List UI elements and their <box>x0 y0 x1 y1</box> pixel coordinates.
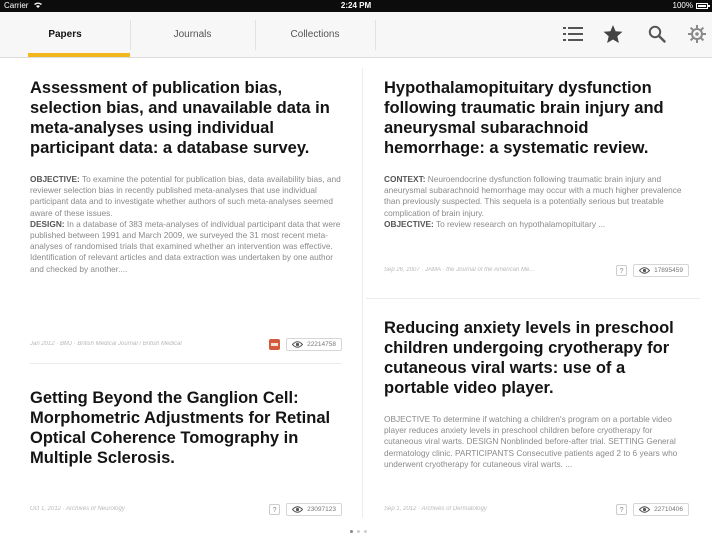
active-tab-indicator <box>28 53 130 57</box>
eye-icon <box>292 340 304 348</box>
paper-title: Assessment of publication bias, selectio… <box>30 79 330 157</box>
views-button[interactable]: 23097123 <box>286 502 342 516</box>
status-bar: Carrier 2:24 PM 100% <box>0 0 712 12</box>
abstract-text: Neuroendocrine dysfunction following tra… <box>384 174 682 218</box>
column-divider <box>362 68 363 518</box>
tab-papers-label: Papers <box>48 29 82 40</box>
unknown-access-badge[interactable]: ? <box>616 264 628 276</box>
abstract-label: DESIGN: <box>30 218 65 229</box>
list-view-button[interactable] <box>558 20 588 50</box>
abstract-label: OBJECTIVE: <box>384 218 434 229</box>
abstract-text: OBJECTIVE To determine if watching a chi… <box>384 414 678 469</box>
pdf-icon[interactable] <box>269 338 281 350</box>
eye-icon <box>639 266 651 274</box>
paper-footer: Jan 2012 · BMJ · British Medical Journal… <box>30 337 342 351</box>
views-button[interactable]: 17895459 <box>633 263 689 277</box>
status-time: 2:24 PM <box>340 1 372 10</box>
paper-title: Hypothalamopituitary dysfunction followi… <box>384 79 664 157</box>
paper-citation: Jan 2012 · BMJ · British Medical Journal… <box>30 341 182 347</box>
battery-percent: 100% <box>672 1 693 10</box>
paper-list: Assessment of publication bias, selectio… <box>0 58 712 535</box>
tab-collections-label: Collections <box>290 29 340 40</box>
paper-footer: Sep 26, 2007 · JAMA · the Journal of the… <box>384 263 689 277</box>
card-separator <box>30 363 342 364</box>
tab-journals-label: Journals <box>173 29 212 40</box>
abstract-text: To review research on hypothalamopituita… <box>433 218 606 229</box>
page-dot <box>364 530 367 533</box>
paper-citation: Sep 1, 2012 · Archives of Dermatology <box>384 506 487 512</box>
favorites-button[interactable] <box>598 20 628 50</box>
search-icon <box>648 25 666 43</box>
paper-card[interactable]: Assessment of publication bias, selectio… <box>30 78 342 354</box>
settings-button[interactable] <box>682 20 712 50</box>
abstract-label: OBJECTIVE: <box>30 174 80 184</box>
page-dot <box>357 530 360 533</box>
paper-citation: Sep 26, 2007 · JAMA · the Journal of the… <box>384 267 535 273</box>
tab-divider <box>375 20 376 50</box>
paper-abstract: OBJECTIVE To determine if watching a chi… <box>384 414 689 470</box>
page-dot <box>350 530 353 533</box>
paper-card[interactable]: Getting Beyond the Ganglion Cell: Morpho… <box>30 388 342 518</box>
views-count: 22214758 <box>307 340 336 348</box>
page-indicator[interactable] <box>350 530 367 533</box>
search-button[interactable] <box>642 20 672 50</box>
views-button[interactable]: 22214758 <box>286 337 342 351</box>
paper-abstract: OBJECTIVE: To examine the potential for … <box>30 174 342 275</box>
card-separator <box>366 298 700 299</box>
views-count: 23097123 <box>307 505 336 513</box>
eye-icon <box>292 505 304 513</box>
views-button[interactable]: 22710406 <box>633 502 689 516</box>
paper-footer: Sep 1, 2012 · Archives of Dermatology ? … <box>384 502 689 516</box>
paper-title: Getting Beyond the Ganglion Cell: Morpho… <box>30 389 331 467</box>
tab-journals[interactable]: Journals <box>130 12 255 57</box>
unknown-access-badge[interactable]: ? <box>616 503 628 515</box>
paper-citation: Oct 1, 2012 · Archives of Neurology <box>30 506 125 512</box>
tab-collections[interactable]: Collections <box>255 12 375 57</box>
views-count: 22710406 <box>654 505 683 513</box>
paper-card[interactable]: Hypothalamopituitary dysfunction followi… <box>384 78 689 278</box>
views-count: 17895459 <box>654 266 683 274</box>
list-icon <box>563 27 583 41</box>
paper-title: Reducing anxiety levels in preschool chi… <box>384 319 674 397</box>
gear-icon <box>688 25 706 43</box>
paper-card[interactable]: Reducing anxiety levels in preschool chi… <box>384 318 689 518</box>
battery-icon <box>696 3 710 9</box>
paper-footer: Oct 1, 2012 · Archives of Neurology ? 23… <box>30 502 342 516</box>
abstract-text: In a database of 383 meta-analyses of in… <box>30 218 341 274</box>
unknown-access-badge[interactable]: ? <box>269 503 281 515</box>
tab-papers[interactable]: Papers <box>0 12 130 57</box>
abstract-label: CONTEXT: <box>384 174 426 184</box>
paper-abstract: CONTEXT: Neuroendocrine dysfunction foll… <box>384 174 689 230</box>
star-icon <box>603 25 623 43</box>
top-toolbar: Papers Journals Collections <box>0 12 712 58</box>
eye-icon <box>639 505 651 513</box>
battery-status: 100% <box>672 0 710 12</box>
